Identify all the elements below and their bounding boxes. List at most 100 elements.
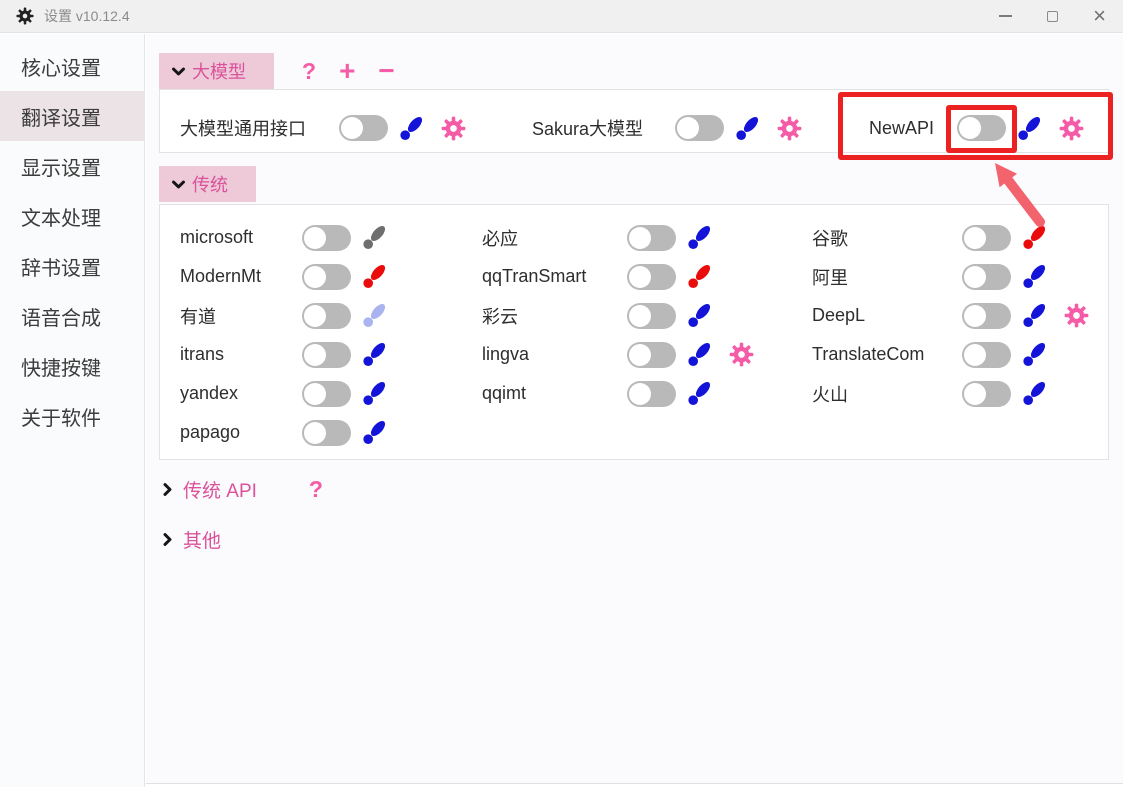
service-label: ModernMt — [180, 266, 294, 287]
service-qqTranSmart: qqTranSmart — [482, 257, 713, 296]
brush-icon-阿里[interactable] — [1021, 263, 1048, 290]
gear-icon-lingva[interactable] — [729, 342, 754, 367]
minimize-button[interactable] — [982, 0, 1029, 32]
toggle-火山[interactable] — [962, 381, 1011, 407]
toggle-knob — [629, 305, 651, 327]
brush-icon-必应[interactable] — [686, 224, 713, 251]
brush-icon-彩云[interactable] — [686, 302, 713, 329]
sidebar-item-8[interactable]: 关于软件 — [0, 391, 144, 441]
toggle-knob — [629, 383, 651, 405]
toggle-knob — [964, 344, 986, 366]
close-button[interactable]: × — [1076, 0, 1123, 32]
close-icon: × — [1093, 5, 1106, 27]
brush-icon-有道[interactable] — [361, 302, 388, 329]
gear-icon-NewAPI[interactable] — [1059, 116, 1084, 141]
toggle-DeepL[interactable] — [962, 303, 1011, 329]
help-button[interactable]: ? — [302, 60, 316, 83]
service-label: 大模型通用接口 — [180, 115, 331, 141]
brush-icon-Sakura大模型[interactable] — [734, 115, 761, 142]
toggle-必应[interactable] — [627, 225, 676, 251]
toggle-knob — [677, 117, 699, 139]
gear-icon-Sakura大模型[interactable] — [777, 116, 802, 141]
brush-icon-大模型通用接口[interactable] — [398, 115, 425, 142]
brush-icon-谷歌[interactable] — [1021, 224, 1048, 251]
service-qqimt: qqimt — [482, 374, 713, 413]
sidebar: 核心设置翻译设置显示设置文本处理辞书设置语音合成快捷按键关于软件 — [0, 34, 145, 787]
brush-icon-火山[interactable] — [1021, 380, 1048, 407]
service-大模型通用接口: 大模型通用接口 — [180, 102, 466, 154]
brush-icon-ModernMt[interactable] — [361, 263, 388, 290]
service-label: 阿里 — [812, 264, 954, 290]
brush-icon-lingva[interactable] — [686, 341, 713, 368]
service-label: itrans — [180, 344, 294, 365]
remove-button[interactable]: − — [378, 57, 394, 85]
service-label: 谷歌 — [812, 225, 954, 251]
maximize-button[interactable] — [1029, 0, 1076, 32]
gear-icon-大模型通用接口[interactable] — [441, 116, 466, 141]
service-Sakura大模型: Sakura大模型 — [532, 102, 802, 154]
service-label: microsoft — [180, 227, 294, 248]
section-label: 传统 — [192, 171, 228, 197]
service-label: yandex — [180, 383, 294, 404]
section-label: 传统 API — [183, 476, 257, 503]
add-button[interactable]: + — [339, 57, 355, 85]
toggle-TranslateCom[interactable] — [962, 342, 1011, 368]
toggle-knob — [629, 227, 651, 249]
section-tab-llm[interactable]: 大模型 — [159, 53, 274, 89]
toggle-彩云[interactable] — [627, 303, 676, 329]
brush-icon-qqTranSmart[interactable] — [686, 263, 713, 290]
sidebar-item-7[interactable]: 快捷按键 — [0, 341, 144, 391]
sidebar-item-5[interactable]: 辞书设置 — [0, 241, 144, 291]
service-label: qqTranSmart — [482, 266, 619, 287]
toggle-有道[interactable] — [302, 303, 351, 329]
brush-icon-TranslateCom[interactable] — [1021, 341, 1048, 368]
chevron-down-icon — [170, 176, 187, 193]
toggle-knob — [304, 266, 326, 288]
toggle-knob — [629, 344, 651, 366]
toggle-lingva[interactable] — [627, 342, 676, 368]
toggle-大模型通用接口[interactable] — [339, 115, 388, 141]
sidebar-item-3[interactable]: 显示设置 — [0, 141, 144, 191]
chevron-right-icon — [159, 481, 176, 498]
toggle-NewAPI[interactable] — [957, 115, 1006, 141]
window-title: 设置 v10.12.4 — [44, 6, 130, 26]
toggle-ModernMt[interactable] — [302, 264, 351, 290]
toggle-microsoft[interactable] — [302, 225, 351, 251]
toggle-Sakura大模型[interactable] — [675, 115, 724, 141]
brush-icon-DeepL[interactable] — [1021, 302, 1048, 329]
toggle-knob — [304, 227, 326, 249]
toggle-itrans[interactable] — [302, 342, 351, 368]
service-必应: 必应 — [482, 218, 713, 257]
section-header-other[interactable]: 其他 — [159, 523, 221, 555]
toggle-qqimt[interactable] — [627, 381, 676, 407]
brush-icon-papago[interactable] — [361, 419, 388, 446]
section-box-llm: 大模型通用接口 Sakura大模型 NewAPI — [159, 89, 1109, 153]
service-火山: 火山 — [812, 374, 1048, 413]
sidebar-item-6[interactable]: 语音合成 — [0, 291, 144, 341]
brush-icon-microsoft[interactable] — [361, 224, 388, 251]
toggle-阿里[interactable] — [962, 264, 1011, 290]
toggle-谷歌[interactable] — [962, 225, 1011, 251]
toggle-knob — [341, 117, 363, 139]
toggle-yandex[interactable] — [302, 381, 351, 407]
gear-icon — [16, 7, 34, 25]
gear-icon-DeepL[interactable] — [1064, 303, 1089, 328]
service-label: papago — [180, 422, 294, 443]
sidebar-item-4[interactable]: 文本处理 — [0, 191, 144, 241]
sidebar-item-1[interactable]: 核心设置 — [0, 41, 144, 91]
brush-icon-itrans[interactable] — [361, 341, 388, 368]
section-tab-traditional[interactable]: 传统 — [159, 166, 256, 202]
toggle-papago[interactable] — [302, 420, 351, 446]
window-controls: × — [982, 0, 1123, 32]
service-label: 必应 — [482, 225, 619, 251]
service-yandex: yandex — [180, 374, 388, 413]
sidebar-item-2[interactable]: 翻译设置 — [0, 91, 144, 141]
service-label: 有道 — [180, 303, 294, 329]
section-header-traditional-api[interactable]: 传统 API? — [159, 473, 323, 505]
toggle-qqTranSmart[interactable] — [627, 264, 676, 290]
brush-icon-yandex[interactable] — [361, 380, 388, 407]
brush-icon-qqimt[interactable] — [686, 380, 713, 407]
section-box-traditional: microsoft 必应 谷歌 ModernMt qqTranSmart 阿里 … — [159, 204, 1109, 460]
brush-icon-NewAPI[interactable] — [1016, 115, 1043, 142]
help-button[interactable]: ? — [309, 478, 323, 501]
